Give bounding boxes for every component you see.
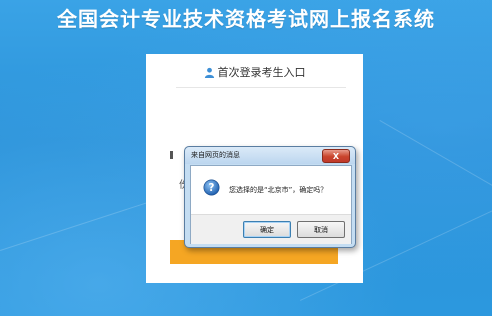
background-line <box>379 120 492 191</box>
login-card-title: 首次登录考生入口 <box>217 66 306 79</box>
dialog-footer: 确定 取消 <box>191 214 351 244</box>
confirm-dialog: 来自网页的消息 X ? 您选择的是“北京市”，确定吗？ 确定 取消 <box>184 146 356 248</box>
cancel-button[interactable]: 取消 <box>297 221 345 238</box>
svg-text:?: ? <box>209 183 215 194</box>
dialog-title: 来自网页的消息 <box>191 151 240 159</box>
ok-button[interactable]: 确定 <box>243 221 291 238</box>
site-title: 全国会计专业技术资格考试网上报名系统 <box>57 7 435 31</box>
obscured-field-marker <box>170 151 173 159</box>
user-icon <box>204 67 214 78</box>
close-icon: X <box>332 151 340 161</box>
question-icon: ? <box>203 179 220 196</box>
header-divider <box>176 87 346 88</box>
dialog-titlebar[interactable]: 来自网页的消息 X <box>185 147 355 164</box>
dialog-body: ? 您选择的是“北京市”，确定吗？ 确定 取消 <box>190 165 352 244</box>
close-button[interactable]: X <box>322 149 350 163</box>
login-card-header: 首次登录考生入口 <box>146 54 363 90</box>
dialog-message: 您选择的是“北京市”，确定吗？ <box>229 186 328 194</box>
